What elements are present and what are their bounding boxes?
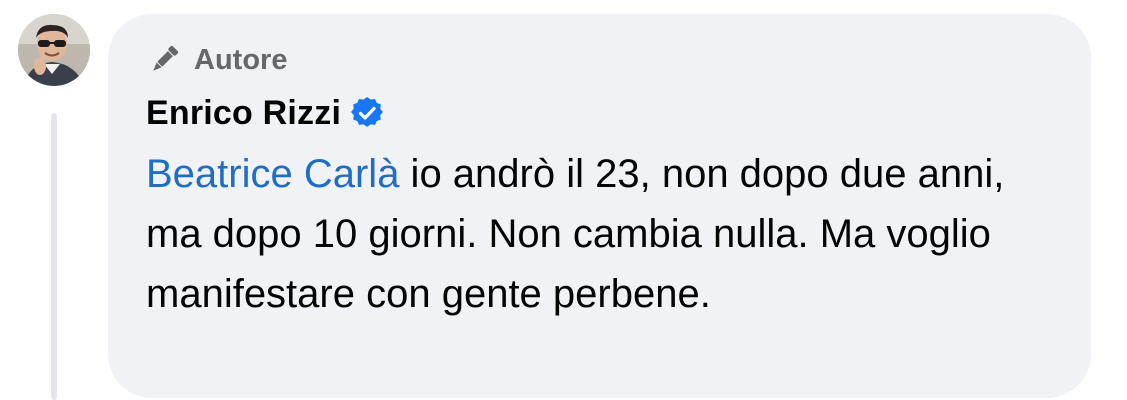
comment-text: Beatrice Carlà io andrò il 23, non dopo … — [146, 144, 1051, 324]
author-badge: Autore — [146, 40, 1061, 80]
author-badge-label: Autore — [194, 43, 288, 76]
author-row: Enrico Rizzi — [146, 92, 1061, 134]
thread-connector-line — [51, 113, 57, 400]
mention-link[interactable]: Beatrice Carlà — [146, 152, 399, 196]
comment-thread: Autore Enrico Rizzi Beatrice Carlà io an… — [0, 0, 1127, 400]
comment-bubble: Autore Enrico Rizzi Beatrice Carlà io an… — [108, 14, 1091, 398]
author-avatar[interactable] — [18, 14, 90, 86]
pen-icon — [146, 42, 182, 78]
author-name[interactable]: Enrico Rizzi — [146, 94, 341, 133]
avatar-image — [18, 14, 90, 86]
verified-badge-icon — [351, 97, 384, 129]
